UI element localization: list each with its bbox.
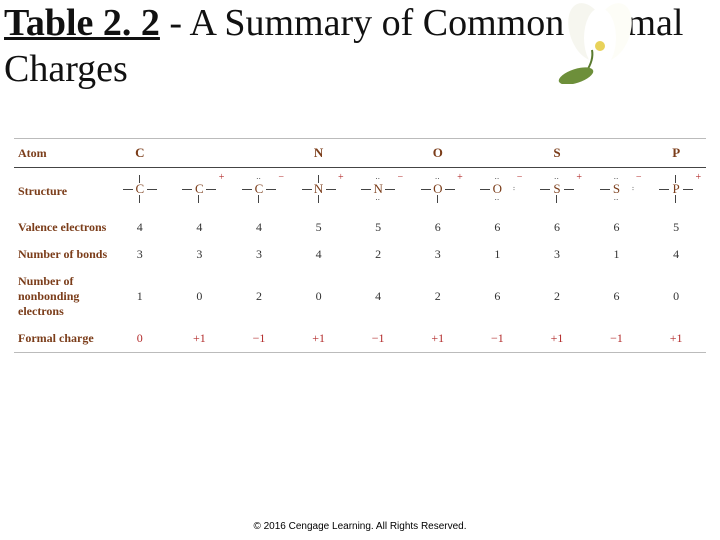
formal-charge-value: 0 [110,325,170,353]
lewis-structure: C [110,168,170,215]
valence-value: 6 [408,214,468,241]
row-valence: Valence electrons 4445566665 [14,214,706,241]
nonbonding-value: 0 [170,268,230,325]
valence-value: 4 [229,214,289,241]
row-bonds: Number of bonds 3334231314 [14,241,706,268]
lewis-structure: O••+ [408,168,468,215]
bonds-value: 3 [229,241,289,268]
bonds-value: 1 [468,241,528,268]
nonbonding-value: 2 [408,268,468,325]
slide: Table 2. 2 - A Summary of Common Formal … [0,0,720,540]
lewis-structure: C+ [170,168,230,215]
atom-header [348,139,408,168]
bonds-value: 2 [348,241,408,268]
lewis-structure: N+ [289,168,349,215]
atom-header: N [289,139,349,168]
nonbonding-value: 0 [646,268,706,325]
atom-header [170,139,230,168]
row-formal-charge: Formal charge 0+1−1+1−1+1−1+1−1+1 [14,325,706,353]
bonds-value: 3 [408,241,468,268]
lewis-structure: S••+ [527,168,587,215]
rowhdr-bonds: Number of bonds [14,241,110,268]
bonds-value: 1 [587,241,647,268]
atom-header: P [646,139,706,168]
nonbonding-value: 4 [348,268,408,325]
formal-charge-value: +1 [646,325,706,353]
formal-charge-value: −1 [587,325,647,353]
header: Table 2. 2 - A Summary of Common Formal … [0,0,720,100]
copyright-footer: © 2016 Cengage Learning. All Rights Rese… [0,521,720,532]
nonbonding-value: 1 [110,268,170,325]
flower-decoration-icon [540,0,660,89]
atom-header [468,139,528,168]
formal-charges-table: Atom C N O S P Structure CC+C••−N+N••••−O••+… [14,138,706,353]
atom-header: O [408,139,468,168]
bonds-value: 3 [110,241,170,268]
nonbonding-value: 6 [587,268,647,325]
lewis-structure: N••••− [348,168,408,215]
formal-charge-value: +1 [289,325,349,353]
valence-value: 6 [527,214,587,241]
lewis-structure: C••− [229,168,289,215]
formal-charge-value: +1 [527,325,587,353]
atom-header: S [527,139,587,168]
row-structure: Structure CC+C••−N+N••••−O••+O••••••−S••… [14,168,706,215]
lewis-structure: S••••••− [587,168,647,215]
formal-charge-value: −1 [229,325,289,353]
row-nonbonding: Number of nonbonding electrons 102042626… [14,268,706,325]
title-table-prefix: Table 2. 2 [4,2,160,44]
row-atom: Atom C N O S P [14,139,706,168]
nonbonding-value: 2 [229,268,289,325]
valence-value: 4 [170,214,230,241]
valence-value: 6 [587,214,647,241]
atom-header [229,139,289,168]
valence-value: 5 [348,214,408,241]
formal-charge-value: +1 [170,325,230,353]
valence-value: 5 [289,214,349,241]
bonds-value: 4 [646,241,706,268]
formal-charge-value: −1 [348,325,408,353]
nonbonding-value: 2 [527,268,587,325]
bonds-value: 3 [527,241,587,268]
rowhdr-atom: Atom [14,139,110,168]
valence-value: 5 [646,214,706,241]
bonds-value: 4 [289,241,349,268]
valence-value: 6 [468,214,528,241]
rowhdr-valence: Valence electrons [14,214,110,241]
rowhdr-structure: Structure [14,168,110,215]
nonbonding-value: 0 [289,268,349,325]
atom-header [587,139,647,168]
bonds-value: 3 [170,241,230,268]
rowhdr-formal-charge: Formal charge [14,325,110,353]
valence-value: 4 [110,214,170,241]
nonbonding-value: 6 [468,268,528,325]
formal-charge-value: −1 [468,325,528,353]
formal-charge-value: +1 [408,325,468,353]
lewis-structure: P+ [646,168,706,215]
rowhdr-nonbonding: Number of nonbonding electrons [14,268,110,325]
table: Atom C N O S P Structure CC+C••−N+N••••−O••+… [14,139,706,353]
lewis-structure: O••••••− [468,168,528,215]
atom-header: C [110,139,170,168]
